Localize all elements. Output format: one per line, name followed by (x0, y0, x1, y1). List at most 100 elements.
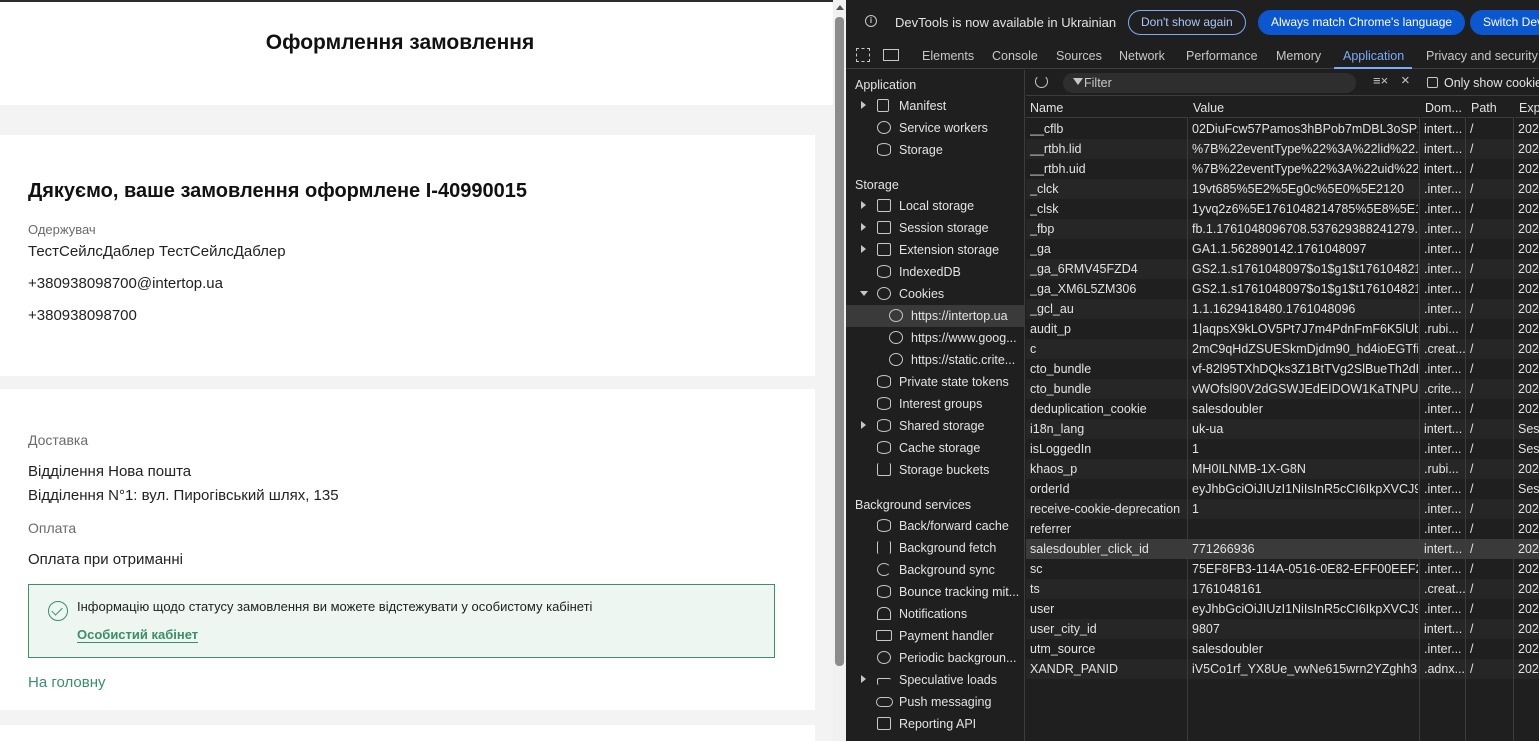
table-icon (877, 243, 891, 256)
sidebar-item-service-workers[interactable]: Service workers (846, 117, 1024, 139)
cookies-toolbar: ≡× × Only show cookies with an issue (1026, 70, 1539, 96)
scrollbar-thumb[interactable] (835, 17, 844, 666)
filter-box[interactable] (1063, 73, 1356, 93)
sidebar-item-label: Speculative loads (899, 673, 997, 687)
device-toolbar-icon[interactable] (883, 49, 899, 61)
sidebar-item-label: Shared storage (899, 419, 985, 433)
database-icon (877, 585, 891, 598)
sidebar-item-periodic-background-sync[interactable]: Periodic backgroun... (846, 647, 1024, 669)
recipient-label: Одержувач (28, 222, 96, 237)
storage-section-label: Storage (855, 178, 899, 192)
sidebar-item-speculative-loads[interactable]: Speculative loads (846, 669, 1024, 691)
sidebar-item-label: Background fetch (899, 541, 997, 555)
personal-account-link[interactable]: Особистий кабінет (77, 627, 199, 643)
document-icon (877, 717, 891, 730)
tab-sources[interactable]: Sources (1056, 49, 1102, 63)
expand-arrow-icon[interactable] (861, 101, 866, 109)
sidebar-item-cookies[interactable]: Cookies (846, 283, 1024, 305)
sidebar-item-notifications[interactable]: Notifications (846, 603, 1024, 625)
sidebar-item-label: Notifications (899, 607, 968, 621)
column-header-expires[interactable]: Expi (1515, 97, 1539, 118)
sidebar-item-label: Cookies (899, 287, 945, 301)
sidebar-item-background-fetch[interactable]: Background fetch (846, 537, 1024, 559)
filter-icon (1073, 78, 1083, 85)
sidebar-item-session-storage[interactable]: Session storage (846, 217, 1024, 239)
database-icon (877, 441, 891, 454)
expand-arrow-icon[interactable] (861, 421, 866, 429)
cookie-icon (889, 353, 903, 366)
expand-arrow-icon[interactable] (861, 245, 866, 253)
sidebar-item-extension-storage[interactable]: Extension storage (846, 239, 1024, 261)
cloud-icon (876, 697, 893, 707)
order-heading: Дякуємо, ваше замовлення оформлене I-409… (28, 180, 527, 202)
tab-network[interactable]: Network (1119, 49, 1165, 63)
check-circle-icon (48, 601, 68, 621)
sidebar-item-cookie-origin[interactable]: https://static.crite... (846, 349, 1024, 371)
tab-console[interactable]: Console (992, 49, 1038, 63)
column-divider (1466, 97, 1514, 741)
column-header-domain[interactable]: Dom... (1421, 97, 1466, 118)
refresh-icon[interactable] (1035, 75, 1048, 88)
sidebar-item-label: Local storage (899, 199, 975, 213)
cookies-table: __cflb 02DiuFcw57Pamos3hBPob7mDBL3oSPx...… (1026, 97, 1539, 741)
clock-icon (877, 651, 891, 664)
sidebar-item-label: Storage (899, 143, 943, 157)
filter-input[interactable] (1084, 76, 1344, 90)
expand-arrow-icon[interactable] (861, 201, 866, 209)
switch-language-button[interactable]: Switch DevTools to Ukrainian (1470, 10, 1539, 35)
column-header-value[interactable]: Value (1189, 97, 1420, 118)
database-icon (877, 375, 891, 388)
tab-memory[interactable]: Memory (1276, 49, 1321, 63)
tab-performance[interactable]: Performance (1186, 49, 1258, 63)
sidebar-item-shared-storage[interactable]: Shared storage (846, 415, 1024, 437)
expand-arrow-icon[interactable] (861, 675, 866, 683)
tab-application[interactable]: Application (1343, 49, 1404, 63)
sidebar-item-cache-storage[interactable]: Cache storage (846, 437, 1024, 459)
document-icon (877, 99, 889, 112)
only-issue-checkbox[interactable] (1427, 77, 1438, 88)
tab-elements[interactable]: Elements (922, 49, 974, 63)
dont-show-again-button[interactable]: Don't show again (1128, 10, 1246, 35)
collapse-arrow-icon[interactable] (860, 291, 868, 296)
always-match-language-button[interactable]: Always match Chrome's language (1258, 10, 1466, 35)
sidebar-item-payment-handler[interactable]: Payment handler (846, 625, 1024, 647)
sidebar-item-background-sync[interactable]: Background sync (846, 559, 1024, 581)
column-header-path[interactable]: Path (1467, 97, 1514, 118)
sidebar-item-local-storage[interactable]: Local storage (846, 195, 1024, 217)
sidebar-item-indexeddb[interactable]: IndexedDB (846, 261, 1024, 283)
home-link[interactable]: На головну (28, 674, 106, 691)
sidebar-item-cookie-origin[interactable]: https://www.goog... (846, 327, 1024, 349)
column-header-name[interactable]: Name (1026, 97, 1188, 118)
tab-privacy-and-security[interactable]: Privacy and security (1426, 49, 1538, 63)
page-scrollbar[interactable] (833, 0, 846, 741)
bucket-icon (877, 463, 891, 476)
recipient-email: +380938098700@intertop.ua (28, 275, 223, 292)
expand-arrow-icon[interactable] (861, 223, 866, 231)
delivery-method: Відділення Нова пошта (28, 463, 192, 480)
sidebar-item-storage[interactable]: Storage (846, 139, 1024, 161)
sidebar-item-back-forward-cache[interactable]: Back/forward cache (846, 515, 1024, 537)
background-services-label: Background services (855, 498, 972, 512)
sidebar-item-cookie-origin[interactable]: https://intertop.ua (846, 305, 1024, 327)
sidebar-item-push-messaging[interactable]: Push messaging (846, 691, 1024, 713)
clear-filtered-cookies-icon[interactable]: ≡× (1373, 73, 1388, 88)
cookie-icon (889, 331, 903, 344)
active-tab-indicator (1334, 67, 1412, 69)
sidebar-item-label: Push messaging (899, 695, 992, 709)
scroll-up-arrow-icon[interactable] (836, 5, 844, 10)
sidebar-item-label: IndexedDB (899, 265, 961, 279)
notice-text: Інформацію щодо статусу замовлення ви мо… (77, 599, 593, 614)
sidebar-item-storage-buckets[interactable]: Storage buckets (846, 459, 1024, 481)
delete-cookies-icon[interactable]: × (1401, 72, 1410, 89)
application-section-label: Application (855, 78, 917, 92)
sidebar-item-interest-groups[interactable]: Interest groups (846, 393, 1024, 415)
sidebar-item-bounce-tracking[interactable]: Bounce tracking mit... (846, 581, 1024, 603)
sidebar-item-manifest[interactable]: Manifest (846, 95, 1024, 117)
sidebar-item-label: Background sync (899, 563, 995, 577)
sidebar-item-label: Reporting API (899, 717, 977, 731)
sidebar-item-label: Back/forward cache (899, 519, 1009, 533)
inspect-element-icon[interactable] (856, 48, 870, 62)
sidebar-item-label: Manifest (899, 99, 947, 113)
sidebar-item-reporting-api[interactable]: Reporting API (846, 713, 1024, 735)
sidebar-item-private-state-tokens[interactable]: Private state tokens (846, 371, 1024, 393)
